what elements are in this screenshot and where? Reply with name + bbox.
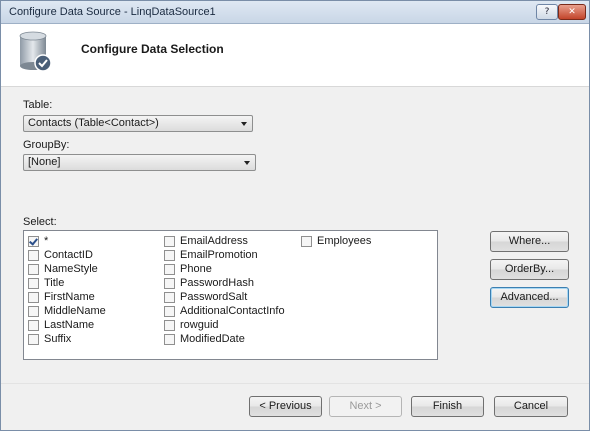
dialog-window: Configure Data Source - LinqDataSource1 … bbox=[0, 0, 590, 431]
finish-button[interactable]: Finish bbox=[411, 396, 484, 417]
cancel-button[interactable]: Cancel bbox=[494, 396, 568, 417]
checkbox[interactable] bbox=[164, 292, 175, 303]
chevron-down-icon bbox=[244, 161, 250, 165]
where-button[interactable]: Where... bbox=[490, 231, 569, 252]
checkbox[interactable] bbox=[28, 306, 39, 317]
checkbox[interactable] bbox=[28, 250, 39, 261]
select-label: Select: bbox=[23, 216, 57, 228]
checkbox[interactable] bbox=[164, 264, 175, 275]
checkbox[interactable] bbox=[164, 320, 175, 331]
previous-button[interactable]: < Previous bbox=[249, 396, 322, 417]
checkbox[interactable] bbox=[301, 236, 312, 247]
help-button[interactable]: ? bbox=[536, 4, 558, 20]
checkbox[interactable] bbox=[28, 236, 39, 247]
footer-divider bbox=[1, 383, 589, 384]
checkbox[interactable] bbox=[164, 236, 175, 247]
checkbox[interactable] bbox=[164, 306, 175, 317]
groupby-dropdown-value: [None] bbox=[28, 156, 61, 168]
page-title: Configure Data Selection bbox=[81, 42, 224, 56]
checkbox[interactable] bbox=[28, 264, 39, 275]
database-icon bbox=[19, 31, 52, 72]
checkbox[interactable] bbox=[164, 278, 175, 289]
chevron-down-icon bbox=[241, 122, 247, 126]
checkbox[interactable] bbox=[28, 292, 39, 303]
checkbox[interactable] bbox=[164, 250, 175, 261]
checkbox[interactable] bbox=[28, 320, 39, 331]
table-dropdown[interactable]: Contacts (Table<Contact>) bbox=[23, 115, 253, 132]
next-button[interactable]: Next > bbox=[329, 396, 402, 417]
window-title: Configure Data Source - LinqDataSource1 bbox=[9, 6, 216, 18]
groupby-label: GroupBy: bbox=[23, 139, 70, 151]
wizard-header: Configure Data Selection bbox=[1, 24, 589, 87]
title-bar[interactable]: Configure Data Source - LinqDataSource1 … bbox=[1, 1, 589, 24]
checkbox[interactable] bbox=[164, 334, 175, 345]
checkbox[interactable] bbox=[28, 334, 39, 345]
close-button[interactable]: ✕ bbox=[558, 4, 586, 20]
table-label: Table: bbox=[23, 99, 53, 111]
orderby-button[interactable]: OrderBy... bbox=[490, 259, 569, 280]
groupby-dropdown[interactable]: [None] bbox=[23, 154, 256, 171]
select-fields-list[interactable]: * ContactID NameStyle Title FirstName Mi… bbox=[23, 230, 438, 360]
checkbox[interactable] bbox=[28, 278, 39, 289]
advanced-button[interactable]: Advanced... bbox=[490, 287, 569, 308]
table-dropdown-value: Contacts (Table<Contact>) bbox=[28, 117, 159, 129]
